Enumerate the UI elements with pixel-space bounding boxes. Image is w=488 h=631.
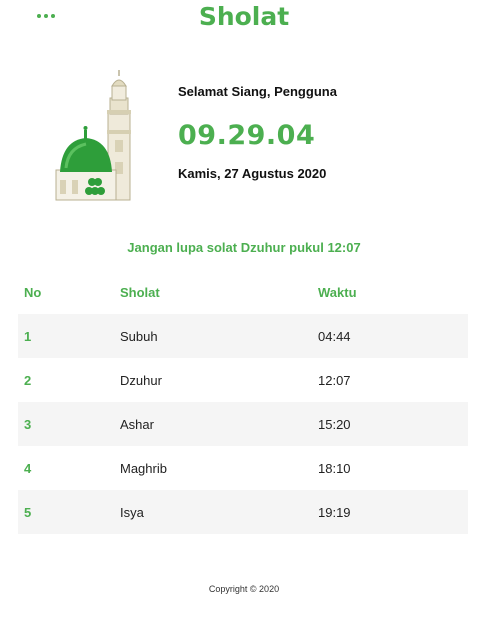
table-row: 3 Ashar 15:20 [18, 402, 468, 446]
prayer-time: 04:44 [312, 314, 468, 358]
table-row: 1 Subuh 04:44 [18, 314, 468, 358]
page-title: Sholat [198, 2, 290, 31]
prayer-name: Maghrib [120, 460, 167, 476]
prayer-name: Subuh [114, 314, 312, 358]
table-row: 2 Dzuhur 12:07 [18, 358, 468, 402]
prayer-time: 19:19 [312, 490, 468, 534]
current-time: 09.29.04 [178, 120, 316, 151]
current-date: Kamis, 27 Agustus 2020 [178, 166, 327, 181]
column-header-waktu: Waktu [318, 284, 357, 300]
prayer-time: 15:20 [312, 402, 468, 446]
prayer-name: Dzuhur [120, 372, 162, 388]
prayer-time: 18:10 [318, 460, 351, 476]
prayer-reminder: Jangan lupa solat Dzuhur pukul 12:07 [0, 240, 488, 255]
copyright-text: Copyright © 2020 [208, 584, 280, 594]
prayer-name: Isya [114, 490, 312, 534]
greeting-text: Selamat Siang, Pengguna [178, 84, 337, 99]
column-header-no: No [24, 284, 42, 300]
row-number: 3 [18, 402, 114, 446]
reminder-prefix: Jangan lupa solat [127, 240, 238, 255]
row-number: 4 [24, 460, 32, 476]
row-number: 5 [18, 490, 114, 534]
row-number: 2 [24, 372, 32, 388]
table-header-row: No Sholat Waktu [18, 270, 468, 314]
column-header-sholat: Sholat [120, 284, 160, 300]
reminder-middle: pukul [289, 240, 324, 255]
reminder-time: 12:07 [327, 240, 361, 255]
prayer-name: Ashar [114, 402, 312, 446]
row-number: 1 [18, 314, 114, 358]
prayer-time: 12:07 [318, 372, 351, 388]
mosque-icon [55, 70, 131, 201]
table-row: 5 Isya 19:19 [18, 490, 468, 534]
prayer-schedule-table: No Sholat Waktu 1 Subuh 04:44 2 Dzuhur 1… [18, 270, 468, 534]
reminder-prayer: Dzuhur [240, 240, 286, 255]
table-row: 4 Maghrib 18:10 [18, 446, 468, 490]
